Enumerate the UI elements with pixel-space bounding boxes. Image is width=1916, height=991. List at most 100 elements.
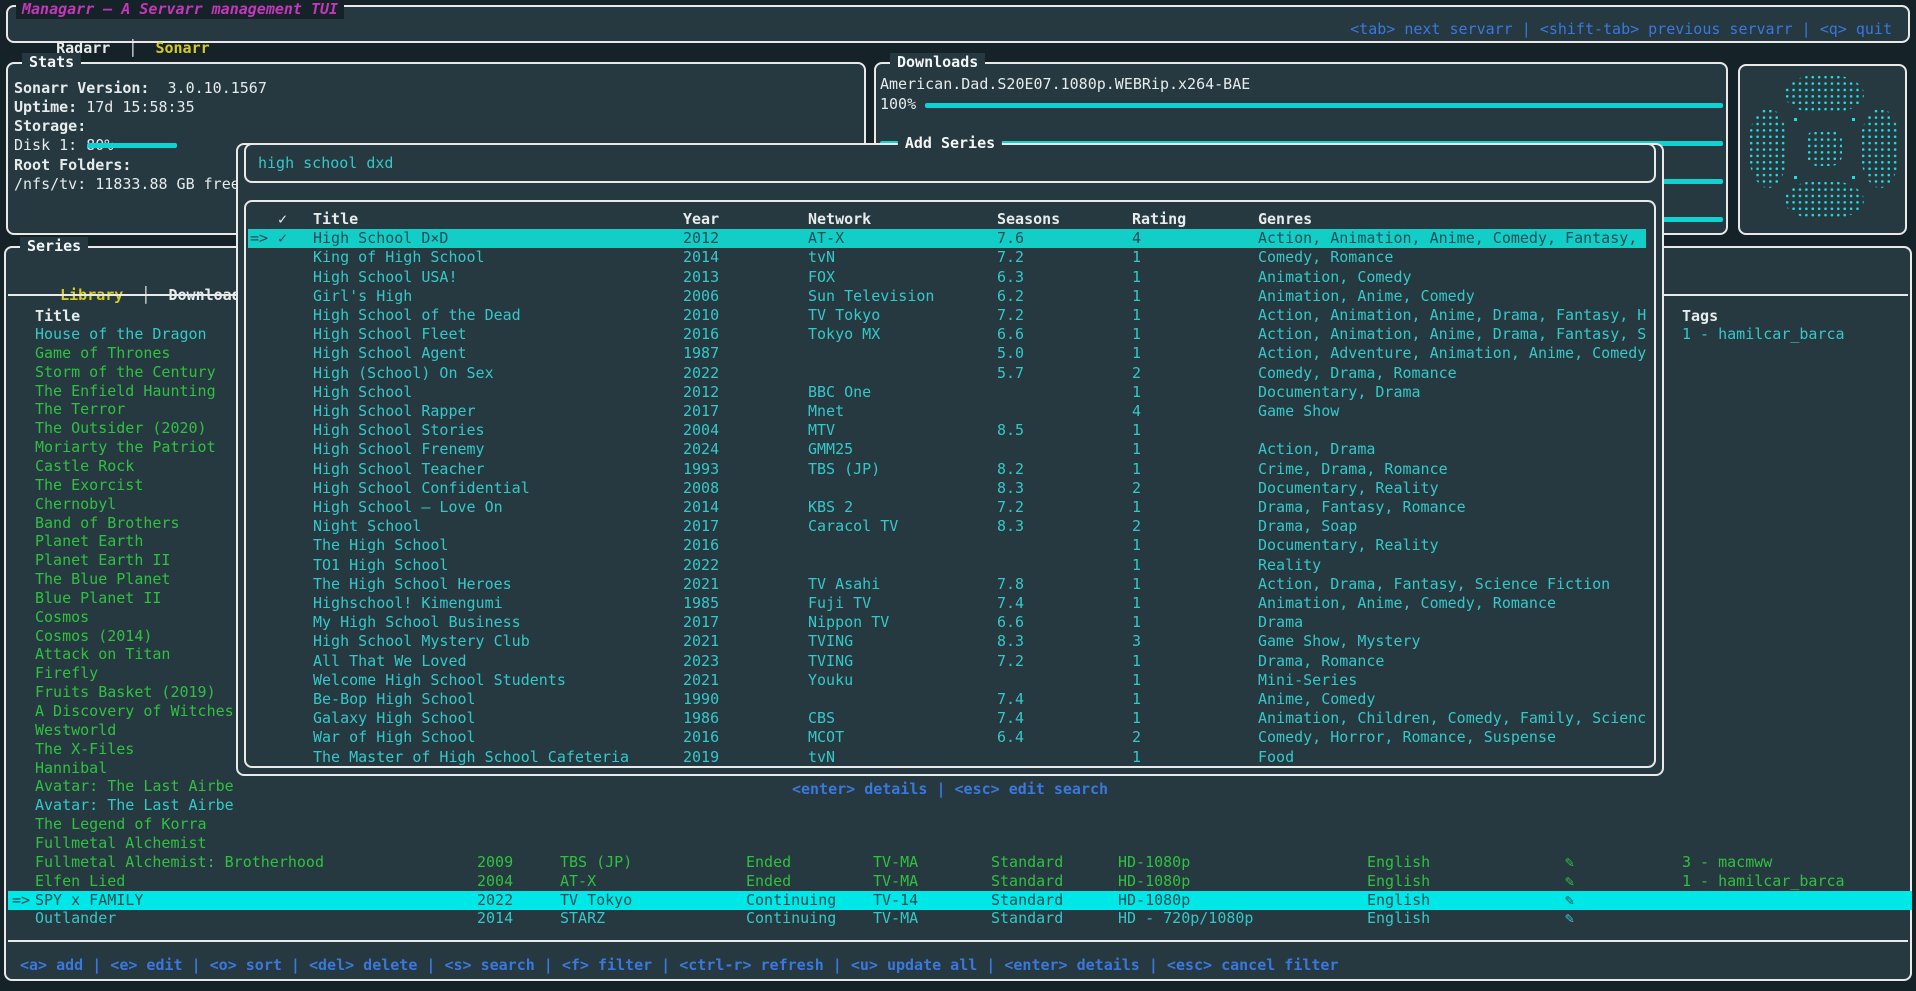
series-title: Avatar: The Last Airbe (35, 796, 234, 815)
search-result-row[interactable]: High (School) On Sex20225.72Comedy, Dram… (246, 364, 1654, 383)
result-rating: 1 (1132, 287, 1141, 306)
managarr-logo (1744, 68, 1901, 227)
search-result-row[interactable]: High School Confidential20088.32Document… (246, 479, 1654, 498)
search-result-row[interactable]: High School USA!2013FOX6.31Animation, Co… (246, 268, 1654, 287)
search-result-row[interactable]: Be-Bop High School19907.41Anime, Comedy (246, 690, 1654, 709)
search-result-row[interactable]: Highschool! Kimengumi1985Fuji TV7.41Anim… (246, 594, 1654, 613)
result-rating: 1 (1132, 325, 1141, 344)
result-seasons: 7.2 (997, 498, 1024, 517)
series-title: Moriarty the Patriot (35, 438, 216, 457)
series-certification: TV-MA (873, 853, 918, 872)
search-result-row[interactable]: High School Stories2004MTV8.51 (246, 421, 1654, 440)
result-title: All That We Loved (313, 652, 467, 671)
tag-icon: ✎ (1565, 853, 1574, 872)
result-seasons: 7.2 (997, 306, 1024, 325)
series-title: Band of Brothers (35, 514, 180, 533)
search-result-row[interactable]: My High School Business2017Nippon TV6.61… (246, 613, 1654, 632)
search-result-row[interactable]: =>✓High School D×D2012AT-X7.64Action, An… (246, 229, 1654, 248)
result-title: The High School Heroes (313, 575, 512, 594)
result-genres: Drama (1258, 613, 1303, 632)
library-series-row[interactable]: Elfen Lied2004AT-XEndedTV-MAStandardHD-1… (8, 872, 1912, 891)
series-quality-profile: Standard (991, 891, 1063, 910)
result-title: High School of the Dead (313, 306, 521, 325)
search-result-row[interactable]: The High School20161Documentary, Reality (246, 536, 1654, 555)
series-certification: TV-MA (873, 872, 918, 891)
result-genres: Documentary, Reality (1258, 536, 1439, 555)
result-rating: 1 (1132, 383, 1141, 402)
result-rating: 1 (1132, 306, 1141, 325)
series-network: AT-X (560, 872, 596, 891)
search-result-row[interactable]: The High School Heroes2021TV Asahi7.81Ac… (246, 575, 1654, 594)
result-network: KBS 2 (808, 498, 853, 517)
library-series-row[interactable]: Avatar: The Last Airbe (8, 796, 1912, 815)
library-series-row[interactable]: The Legend of Korra (8, 815, 1912, 834)
result-network: Tokyo MX (808, 325, 880, 344)
result-genres: Documentary, Reality (1258, 479, 1439, 498)
search-result-row[interactable]: High School Agent19875.01Action, Adventu… (246, 344, 1654, 363)
result-title: Highschool! Kimengumi (313, 594, 503, 613)
result-rating: 1 (1132, 594, 1141, 613)
search-result-row[interactable]: Galaxy High School1986CBS7.41Animation, … (246, 709, 1654, 728)
tab-sonarr[interactable]: Sonarr (155, 39, 209, 57)
search-result-row[interactable]: Night School2017Caracol TV8.32Drama, Soa… (246, 517, 1654, 536)
series-title: Planet Earth II (35, 551, 170, 570)
library-series-row[interactable]: Fullmetal Alchemist: Brotherhood2009TBS … (8, 853, 1912, 872)
search-result-row[interactable]: TO1 High School20221Reality (246, 556, 1654, 575)
result-genres: Action, Adventure, Animation, Anime, Com… (1258, 344, 1646, 363)
uptime-label: Uptime: (14, 98, 77, 116)
column-rating: Rating (1132, 210, 1186, 229)
result-rating: 1 (1132, 575, 1141, 594)
series-quality: HD - 720p/1080p (1118, 909, 1253, 928)
search-result-row[interactable]: High School – Love On2014KBS 27.21Drama,… (246, 498, 1654, 517)
result-year: 1987 (683, 344, 719, 363)
result-network: tvN (808, 748, 835, 766)
result-title: High School USA! (313, 268, 458, 287)
result-seasons: 8.3 (997, 479, 1024, 498)
result-network: Nippon TV (808, 613, 889, 632)
series-title: Blue Planet II (35, 589, 161, 608)
result-genres: Action, Animation, Anime, Drama, Fantasy… (1258, 325, 1646, 344)
search-result-row[interactable]: The Master of High School Cafeteria2019t… (246, 748, 1654, 766)
search-result-row[interactable]: High School of the Dead2010TV Tokyo7.21A… (246, 306, 1654, 325)
result-year: 2016 (683, 728, 719, 747)
search-results-rows: ✓TitleYearNetworkSeasonsRatingGenres=>✓H… (246, 202, 1654, 766)
result-title: The High School (313, 536, 448, 555)
series-search-input[interactable]: high school dxd (258, 154, 393, 173)
result-network: CBS (808, 709, 835, 728)
series-tags: 1 - hamilcar_barca (1682, 872, 1845, 891)
result-seasons: 7.4 (997, 690, 1024, 709)
checked-icon: ✓ (278, 229, 287, 248)
search-result-row[interactable]: High School Teacher1993TBS (JP)8.21Crime… (246, 460, 1654, 479)
search-result-row[interactable]: High School Mystery Club2021TVING8.33Gam… (246, 632, 1654, 651)
result-network: GMM25 (808, 440, 853, 459)
search-result-row[interactable]: War of High School2016MCOT6.42Comedy, Ho… (246, 728, 1654, 747)
library-series-row[interactable]: Fullmetal Alchemist (8, 834, 1912, 853)
add-series-popup: Add Series high school dxd ✓TitleYearNet… (236, 143, 1664, 776)
search-result-row[interactable]: Girl's High2006Sun Television6.21Animati… (246, 287, 1654, 306)
result-genres: Animation, Anime, Comedy (1258, 287, 1475, 306)
library-series-row[interactable]: =>SPY x FAMILY2022TV TokyoContinuingTV-1… (8, 891, 1912, 910)
result-year: 2014 (683, 248, 719, 267)
search-result-row[interactable]: King of High School2014tvN7.21Comedy, Ro… (246, 248, 1654, 267)
column-check: ✓ (278, 210, 287, 229)
result-rating: 3 (1132, 632, 1141, 651)
search-result-row[interactable]: High School Rapper2017Mnet4Game Show (246, 402, 1654, 421)
series-certification: TV-14 (873, 891, 918, 910)
search-result-row[interactable]: High School2012BBC One1Documentary, Dram… (246, 383, 1654, 402)
top-bar: Managarr – A Servarr management TUI Rada… (6, 5, 1910, 43)
library-series-row[interactable]: Outlander2014STARZContinuingTV-MAStandar… (8, 909, 1912, 928)
result-title: High School Teacher (313, 460, 485, 479)
series-title: Elfen Lied (35, 872, 125, 891)
search-result-row[interactable]: Welcome High School Students2021Youku1Mi… (246, 671, 1654, 690)
result-seasons: 6.3 (997, 268, 1024, 287)
search-result-row[interactable]: High School Frenemy2024GMM251Action, Dra… (246, 440, 1654, 459)
result-seasons: 6.4 (997, 728, 1024, 747)
result-seasons: 7.2 (997, 652, 1024, 671)
series-network: TV Tokyo (560, 891, 632, 910)
search-result-row[interactable]: High School Fleet2016Tokyo MX6.61Action,… (246, 325, 1654, 344)
search-results-table: ✓TitleYearNetworkSeasonsRatingGenres=>✓H… (244, 200, 1656, 768)
search-result-row[interactable]: All That We Loved2023TVING7.21Drama, Rom… (246, 652, 1654, 671)
result-title: High School Agent (313, 344, 467, 363)
selected-row-marker: => (12, 891, 30, 910)
result-rating: 1 (1132, 748, 1141, 766)
